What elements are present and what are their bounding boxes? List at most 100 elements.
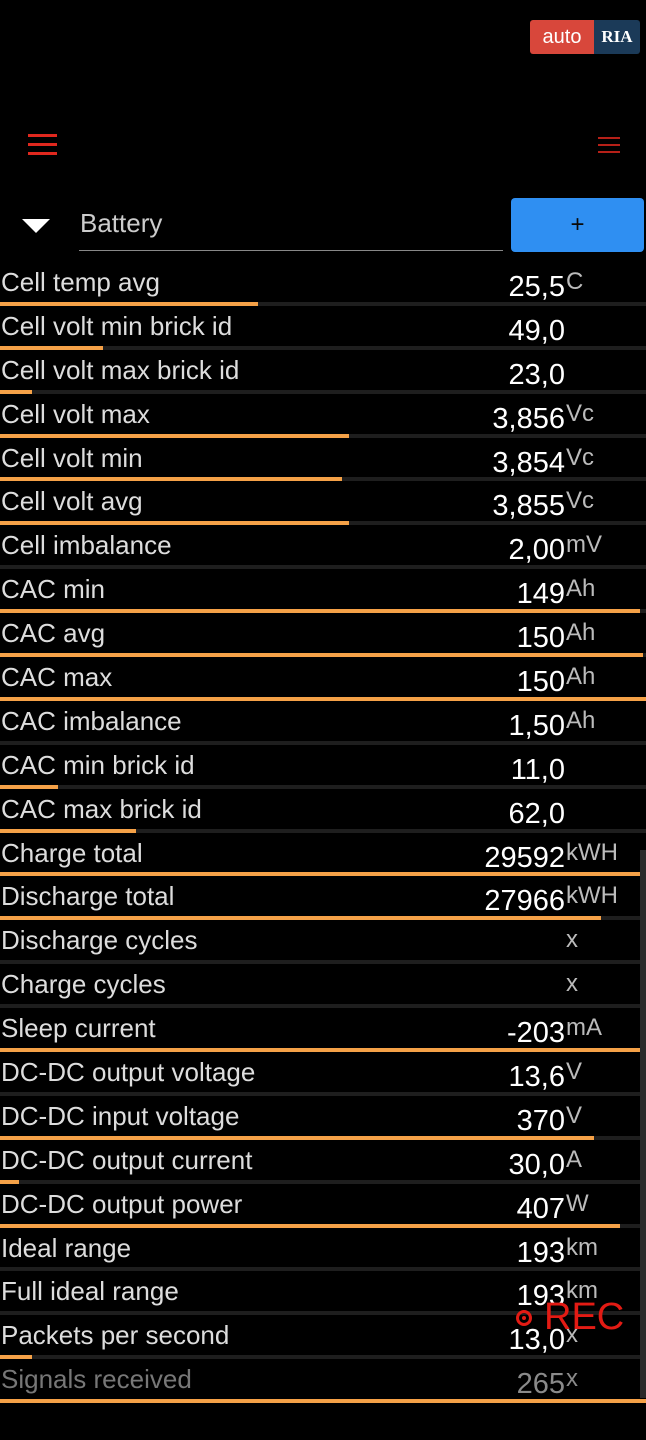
signal-row[interactable]: CAC max brick id 62,0 — [0, 789, 646, 833]
signal-unit: Ah — [566, 575, 596, 603]
signal-value: 23,0 — [508, 358, 565, 391]
recording-indicator[interactable]: REC — [516, 1296, 624, 1339]
signal-label: CAC avg — [1, 618, 106, 649]
signal-unit: kWH — [566, 838, 618, 866]
signal-row[interactable]: Discharge total 27966 kWH — [0, 876, 646, 921]
signal-row[interactable]: DC-DC output current 30,0 A — [0, 1140, 646, 1184]
signal-value: 30,0 — [508, 1148, 565, 1181]
signal-value: 193 — [516, 1236, 565, 1269]
signal-row[interactable]: CAC max 150 Ah — [0, 657, 646, 701]
signal-row[interactable]: Charge total 29592 kWH — [0, 833, 646, 877]
signal-label: Discharge total — [1, 881, 175, 912]
signal-row[interactable]: Signals received 265 x — [0, 1359, 646, 1404]
signal-value: 3,854 — [492, 446, 565, 479]
signal-row[interactable]: CAC min brick id 11,0 — [0, 745, 646, 789]
signal-unit: kWH — [566, 882, 618, 910]
signal-label: Discharge cycles — [1, 925, 198, 956]
signal-value: -203 — [506, 1017, 565, 1050]
signal-row[interactable]: DC-DC input voltage 370 V — [0, 1096, 646, 1140]
signal-label: Charge cycles — [1, 969, 166, 1000]
signal-label: DC-DC output current — [1, 1144, 253, 1175]
signal-unit: W — [566, 1189, 589, 1217]
signal-value: 150 — [516, 622, 565, 655]
signal-label: CAC max brick id — [1, 793, 202, 824]
signal-label: Cell volt max — [1, 398, 150, 429]
watermark-logo: auto RIA — [530, 20, 640, 54]
signal-unit: Ah — [566, 619, 596, 647]
signal-label: DC-DC output power — [1, 1188, 243, 1219]
signal-label: Full ideal range — [1, 1276, 179, 1307]
signal-row[interactable]: CAC avg 150 Ah — [0, 613, 646, 658]
signal-label: CAC min — [1, 574, 106, 605]
signal-row[interactable]: Cell volt max 3,856 Vc — [0, 394, 646, 438]
category-selector-label: Battery — [80, 208, 163, 238]
signal-row[interactable]: Cell volt max brick id 23,0 — [0, 350, 646, 394]
signal-unit: V — [566, 1101, 583, 1129]
signal-value: 29592 — [484, 841, 565, 874]
signal-row[interactable]: Cell volt min 3,854 Vc — [0, 438, 646, 482]
signal-unit: Vc — [566, 443, 595, 471]
signal-label: Ideal range — [1, 1232, 132, 1263]
signal-value: 25,5 — [508, 271, 565, 303]
signal-unit: Vc — [566, 487, 595, 515]
signal-unit: x — [566, 926, 578, 954]
signal-row[interactable]: Sleep current -203 mA — [0, 1008, 646, 1053]
signal-unit: km — [566, 1233, 598, 1261]
signal-unit: A — [566, 1145, 583, 1173]
signal-level-track — [0, 1399, 646, 1404]
watermark-auto: auto — [530, 20, 594, 54]
record-icon — [516, 1309, 532, 1326]
signal-value: 149 — [516, 578, 565, 611]
signal-unit: mV — [566, 531, 602, 559]
signal-value: 3,856 — [492, 402, 565, 435]
signal-label: Signals received — [1, 1364, 192, 1395]
signal-row[interactable]: DC-DC output voltage 13,6 V — [0, 1052, 646, 1096]
signal-label: Cell temp avg — [1, 267, 160, 297]
signal-row[interactable]: Cell imbalance 2,00 mV — [0, 525, 646, 570]
signal-label: DC-DC output voltage — [1, 1057, 256, 1088]
signal-row[interactable]: Discharge cycles x — [0, 920, 646, 965]
signal-value: 370 — [516, 1104, 565, 1137]
add-button[interactable]: + — [511, 198, 644, 252]
signal-unit: Vc — [566, 399, 595, 427]
signal-value: 13,6 — [508, 1061, 565, 1094]
signal-unit: Ah — [566, 706, 596, 734]
signal-row[interactable]: Cell temp avg 25,5 C — [0, 262, 646, 306]
scrollbar[interactable] — [640, 850, 646, 1398]
signal-row[interactable]: Cell volt min brick id 49,0 — [0, 306, 646, 350]
signal-label: Charge total — [1, 837, 143, 868]
signal-unit: mA — [566, 1014, 602, 1042]
signal-label: Cell volt min brick id — [1, 310, 233, 341]
signal-label: DC-DC input voltage — [1, 1100, 240, 1131]
signal-row[interactable]: Charge cycles x — [0, 964, 646, 1009]
signal-unit: Ah — [566, 663, 596, 691]
signal-row[interactable]: CAC imbalance 1,50 Ah — [0, 701, 646, 745]
signal-value: 407 — [516, 1192, 565, 1225]
signal-label: Cell volt avg — [1, 486, 143, 517]
signal-unit: x — [566, 1365, 578, 1393]
signal-unit: V — [566, 1058, 583, 1086]
dropdown-arrow-icon[interactable] — [22, 219, 50, 233]
signal-unit: C — [566, 268, 584, 295]
signal-label: Packets per second — [1, 1320, 230, 1351]
recording-label: REC — [544, 1296, 625, 1338]
screen: auto RIA Battery + Cell temp avg 25,5 C Cel… — [0, 0, 646, 1440]
signal-row[interactable]: DC-DC output power 407 W — [0, 1184, 646, 1228]
signal-label: Cell volt min — [1, 442, 143, 473]
signal-label: Sleep current — [1, 1013, 156, 1044]
signal-value: 11,0 — [510, 753, 565, 786]
options-menu-icon[interactable] — [598, 137, 620, 153]
signal-row[interactable]: CAC min 149 Ah — [0, 569, 646, 614]
signal-value: 3,855 — [492, 490, 565, 523]
signal-label: Cell volt max brick id — [1, 354, 240, 385]
signal-value: 150 — [516, 666, 565, 699]
signal-level-bar — [0, 1399, 646, 1404]
signal-value: 27966 — [484, 885, 565, 918]
signal-value: 265 — [516, 1368, 565, 1401]
signal-unit: x — [566, 970, 578, 998]
category-selector[interactable]: Battery — [79, 204, 503, 251]
hamburger-menu-icon[interactable] — [28, 134, 57, 155]
signal-value: 49,0 — [508, 314, 565, 347]
signal-row[interactable]: Ideal range 193 km — [0, 1228, 646, 1272]
signal-row[interactable]: Cell volt avg 3,855 Vc — [0, 481, 646, 526]
